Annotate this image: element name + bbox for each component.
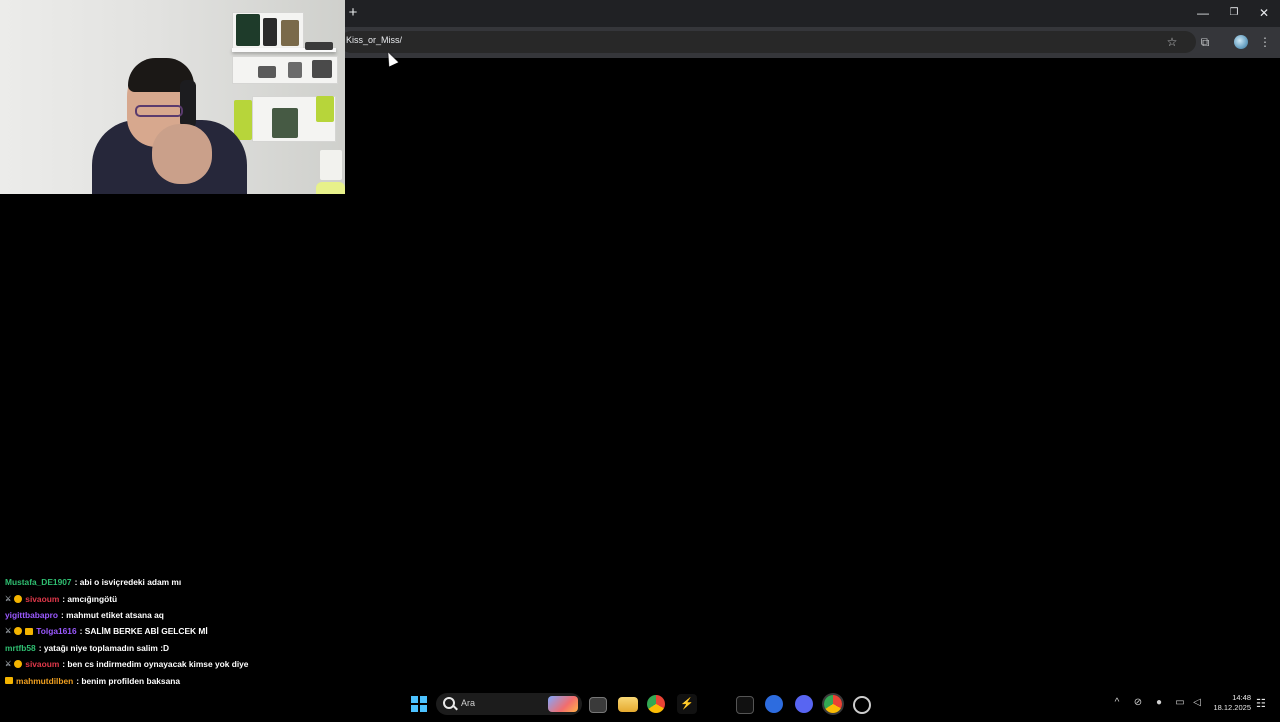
chat-message: mrtfb58: yatağı niye toplamadın salim :D	[5, 640, 335, 656]
chat-text: : yatağı niye toplamadın salim :D	[38, 642, 170, 653]
sub-badge-icon	[14, 660, 23, 669]
profile-avatar[interactable]	[1234, 35, 1248, 49]
speaker-icon[interactable]: ◁	[1190, 697, 1204, 708]
extensions-icon[interactable]: ⧉	[1195, 32, 1215, 52]
chat-text: : mahmut etiket atsana aq	[61, 609, 164, 620]
webcam-overlay	[0, 0, 345, 194]
chrome-active-icon[interactable]	[824, 695, 842, 713]
chat-text: : abi o isviçredeki adam mı	[74, 577, 182, 588]
discord-icon[interactable]	[795, 695, 813, 713]
gift-badge-icon	[25, 627, 34, 635]
sub-badge-icon	[14, 594, 23, 603]
close-button[interactable]: ✕	[1249, 4, 1279, 22]
clock-time: 14:48	[1232, 693, 1251, 702]
shelf-item	[234, 100, 252, 140]
file-explorer-icon[interactable]	[618, 697, 638, 712]
chat-message: ⚔ sivaoum: ben cs indirmedim oynayacak ki…	[5, 656, 335, 672]
chat-username: sivaoum	[25, 593, 60, 604]
chat-message: ⚔ Tolga1616: SALİM BERKE ABİ GELCEK Mİ	[5, 623, 335, 639]
menu-icon[interactable]: ⋮	[1255, 32, 1275, 52]
address-bar[interactable]: Kiss_or_Miss/	[340, 31, 1196, 53]
chat-text: : amcığıngötü	[62, 593, 118, 604]
sub-badge-icon	[14, 627, 23, 636]
display-icon[interactable]: ▭	[1173, 697, 1187, 708]
task-view-icon[interactable]	[589, 697, 607, 713]
minimize-button[interactable]: —	[1188, 4, 1218, 22]
shelf-item	[320, 150, 342, 180]
chat-text: : ben cs indirmedim oynayacak kimse yok …	[62, 659, 249, 670]
chat-message: ⚔ sivaoum: amcığıngötü	[5, 590, 335, 606]
bookmark-star-icon[interactable]: ☆	[1162, 32, 1182, 52]
network-off-icon[interactable]: ⊘	[1131, 697, 1145, 708]
restore-button[interactable]: ❐	[1219, 4, 1249, 22]
notification-icon[interactable]: ☷	[1256, 697, 1266, 710]
search-highlight-icon	[548, 696, 578, 712]
chat-message: Mustafa_DE1907: abi o isviçredeki adam m…	[5, 574, 335, 590]
glasses	[135, 105, 183, 117]
search-placeholder: Ara	[461, 698, 476, 708]
windows-start-icon[interactable]	[411, 696, 427, 712]
chrome-icon[interactable]	[647, 695, 665, 713]
taskbar-search[interactable]: Ara	[436, 693, 582, 715]
shelf-item	[272, 108, 298, 138]
chat-username: mahmutdilben	[16, 675, 74, 686]
chat-username: Tolga1616	[36, 626, 77, 637]
chat-username: Mustafa_DE1907	[5, 577, 72, 588]
mod-badge-icon: ⚔	[5, 661, 12, 669]
person-hand	[152, 124, 212, 184]
mod-badge-icon: ⚔	[5, 595, 12, 603]
url-text: Kiss_or_Miss/	[346, 35, 403, 45]
chat-username: yigittbabapro	[5, 609, 59, 620]
new-tab-button[interactable]: +	[345, 4, 361, 22]
shelf-item	[288, 62, 302, 78]
lamp	[316, 182, 345, 194]
mod-badge-icon: ⚔	[5, 628, 12, 636]
app-icon[interactable]	[736, 696, 754, 714]
shelf-item	[263, 18, 277, 46]
shelf-item	[281, 20, 299, 46]
clock-date: 18.12.2025	[1213, 703, 1251, 712]
microphone-icon[interactable]: ●	[1152, 697, 1166, 708]
chat-text: : SALİM BERKE ABİ GELCEK Mİ	[79, 626, 208, 637]
shelf-item	[236, 14, 260, 46]
gift-badge-icon	[5, 677, 13, 685]
taskbar: Ara ⚡ ^ ⊘ ● ▭ ◁ 14:48 18.12.2025 ☷	[0, 688, 1280, 720]
chat-text: : benim profilden baksana	[76, 675, 181, 686]
shelf-item	[258, 66, 276, 78]
chat-message: mahmutdilben: benim profilden baksana	[5, 672, 335, 688]
steam-icon[interactable]	[765, 695, 783, 713]
chevron-up-icon[interactable]: ^	[1110, 697, 1124, 708]
app-icon[interactable]: ⚡	[677, 694, 697, 714]
system-clock[interactable]: 14:48 18.12.2025	[1205, 693, 1251, 713]
chat-username: sivaoum	[25, 659, 60, 670]
obs-icon[interactable]	[853, 696, 871, 714]
shelf-item	[305, 42, 333, 50]
headset	[180, 80, 196, 128]
shelf-item	[312, 60, 332, 78]
chat-username: mrtfb58	[5, 642, 36, 653]
shelf-item	[316, 96, 334, 122]
search-icon	[443, 697, 455, 709]
chat-message: yigittbabapro: mahmut etiket atsana aq	[5, 607, 335, 623]
